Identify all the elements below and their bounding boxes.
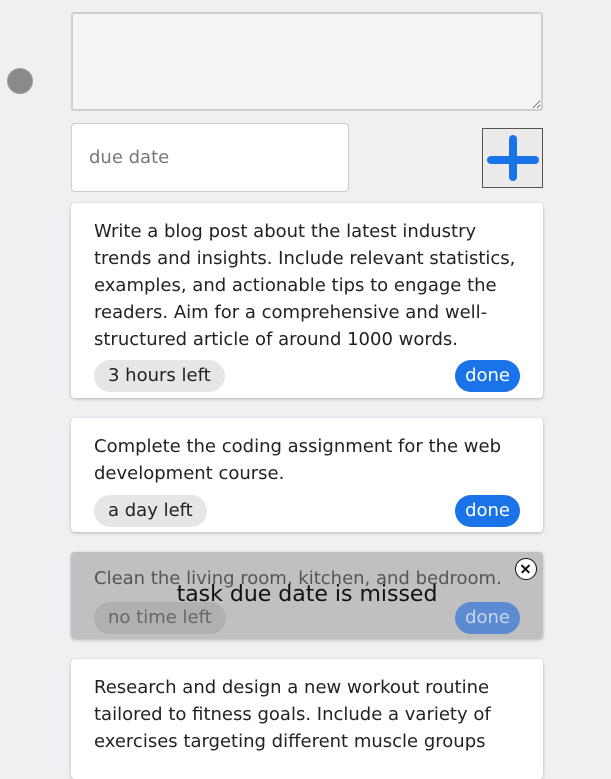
- time-left-badge: a day left: [94, 495, 207, 527]
- task-text: Write a blog post about the latest indus…: [94, 221, 516, 350]
- done-button[interactable]: done: [455, 360, 520, 392]
- add-task-button[interactable]: [482, 128, 543, 188]
- task-text: Research and design a new workout routin…: [94, 677, 491, 752]
- task-text: Complete the coding assignment for the w…: [94, 436, 501, 484]
- time-left-badge: 3 hours left: [94, 360, 225, 392]
- task-card: Research and design a new workout routin…: [71, 659, 543, 779]
- status-dot-icon: [7, 68, 33, 94]
- missed-message: task due date is missed: [176, 582, 438, 607]
- task-card: Complete the coding assignment for the w…: [71, 418, 543, 532]
- task-input[interactable]: [71, 12, 543, 111]
- task-card: Write a blog post about the latest indus…: [71, 203, 543, 398]
- close-icon[interactable]: [515, 558, 537, 580]
- due-date-input[interactable]: [71, 123, 349, 192]
- task-card-missed: Clean the living room, kitchen, and bedr…: [71, 552, 543, 639]
- done-button[interactable]: done: [455, 495, 520, 527]
